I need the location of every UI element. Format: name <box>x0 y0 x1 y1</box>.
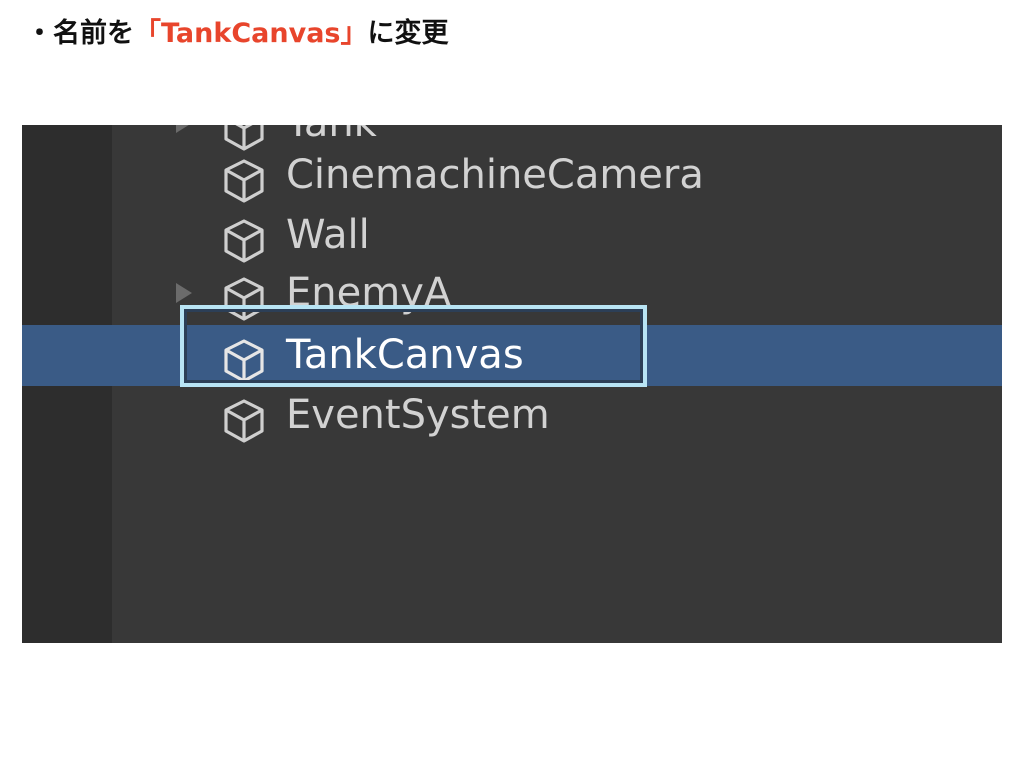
hierarchy-item-label: EventSystem <box>286 392 550 438</box>
gameobject-cube-icon <box>224 219 264 263</box>
instruction-highlight: 「TankCanvas」 <box>134 18 368 49</box>
instruction-suffix: に変更 <box>367 18 449 49</box>
gameobject-cube-icon <box>224 399 264 443</box>
gameobject-cube-icon <box>224 277 264 321</box>
hierarchy-item-tankcanvas[interactable]: TankCanvas <box>22 325 1002 385</box>
hierarchy-item-label: EnemyA <box>286 270 452 316</box>
gameobject-cube-icon <box>224 339 264 383</box>
hierarchy-item-enemya[interactable]: EnemyA <box>22 263 1002 323</box>
hierarchy-item-cinemachinecamera[interactable]: CinemachineCamera <box>22 145 1002 205</box>
hierarchy-item-eventsystem[interactable]: EventSystem <box>22 385 1002 445</box>
hierarchy-panel: Tank CinemachineCamera Wall EnemyA TankC… <box>22 125 1002 643</box>
instruction-prefix: ・名前を <box>26 18 134 49</box>
instruction-text: ・名前を「TankCanvas」に変更 <box>26 14 448 54</box>
expand-arrow-icon[interactable] <box>176 283 192 303</box>
hierarchy-item-wall[interactable]: Wall <box>22 205 1002 265</box>
expand-arrow-icon[interactable] <box>176 125 192 133</box>
hierarchy-item-label: Wall <box>286 212 370 258</box>
hierarchy-item-label: CinemachineCamera <box>286 152 704 198</box>
hierarchy-item-label: TankCanvas <box>286 332 524 378</box>
gameobject-cube-icon <box>224 159 264 203</box>
